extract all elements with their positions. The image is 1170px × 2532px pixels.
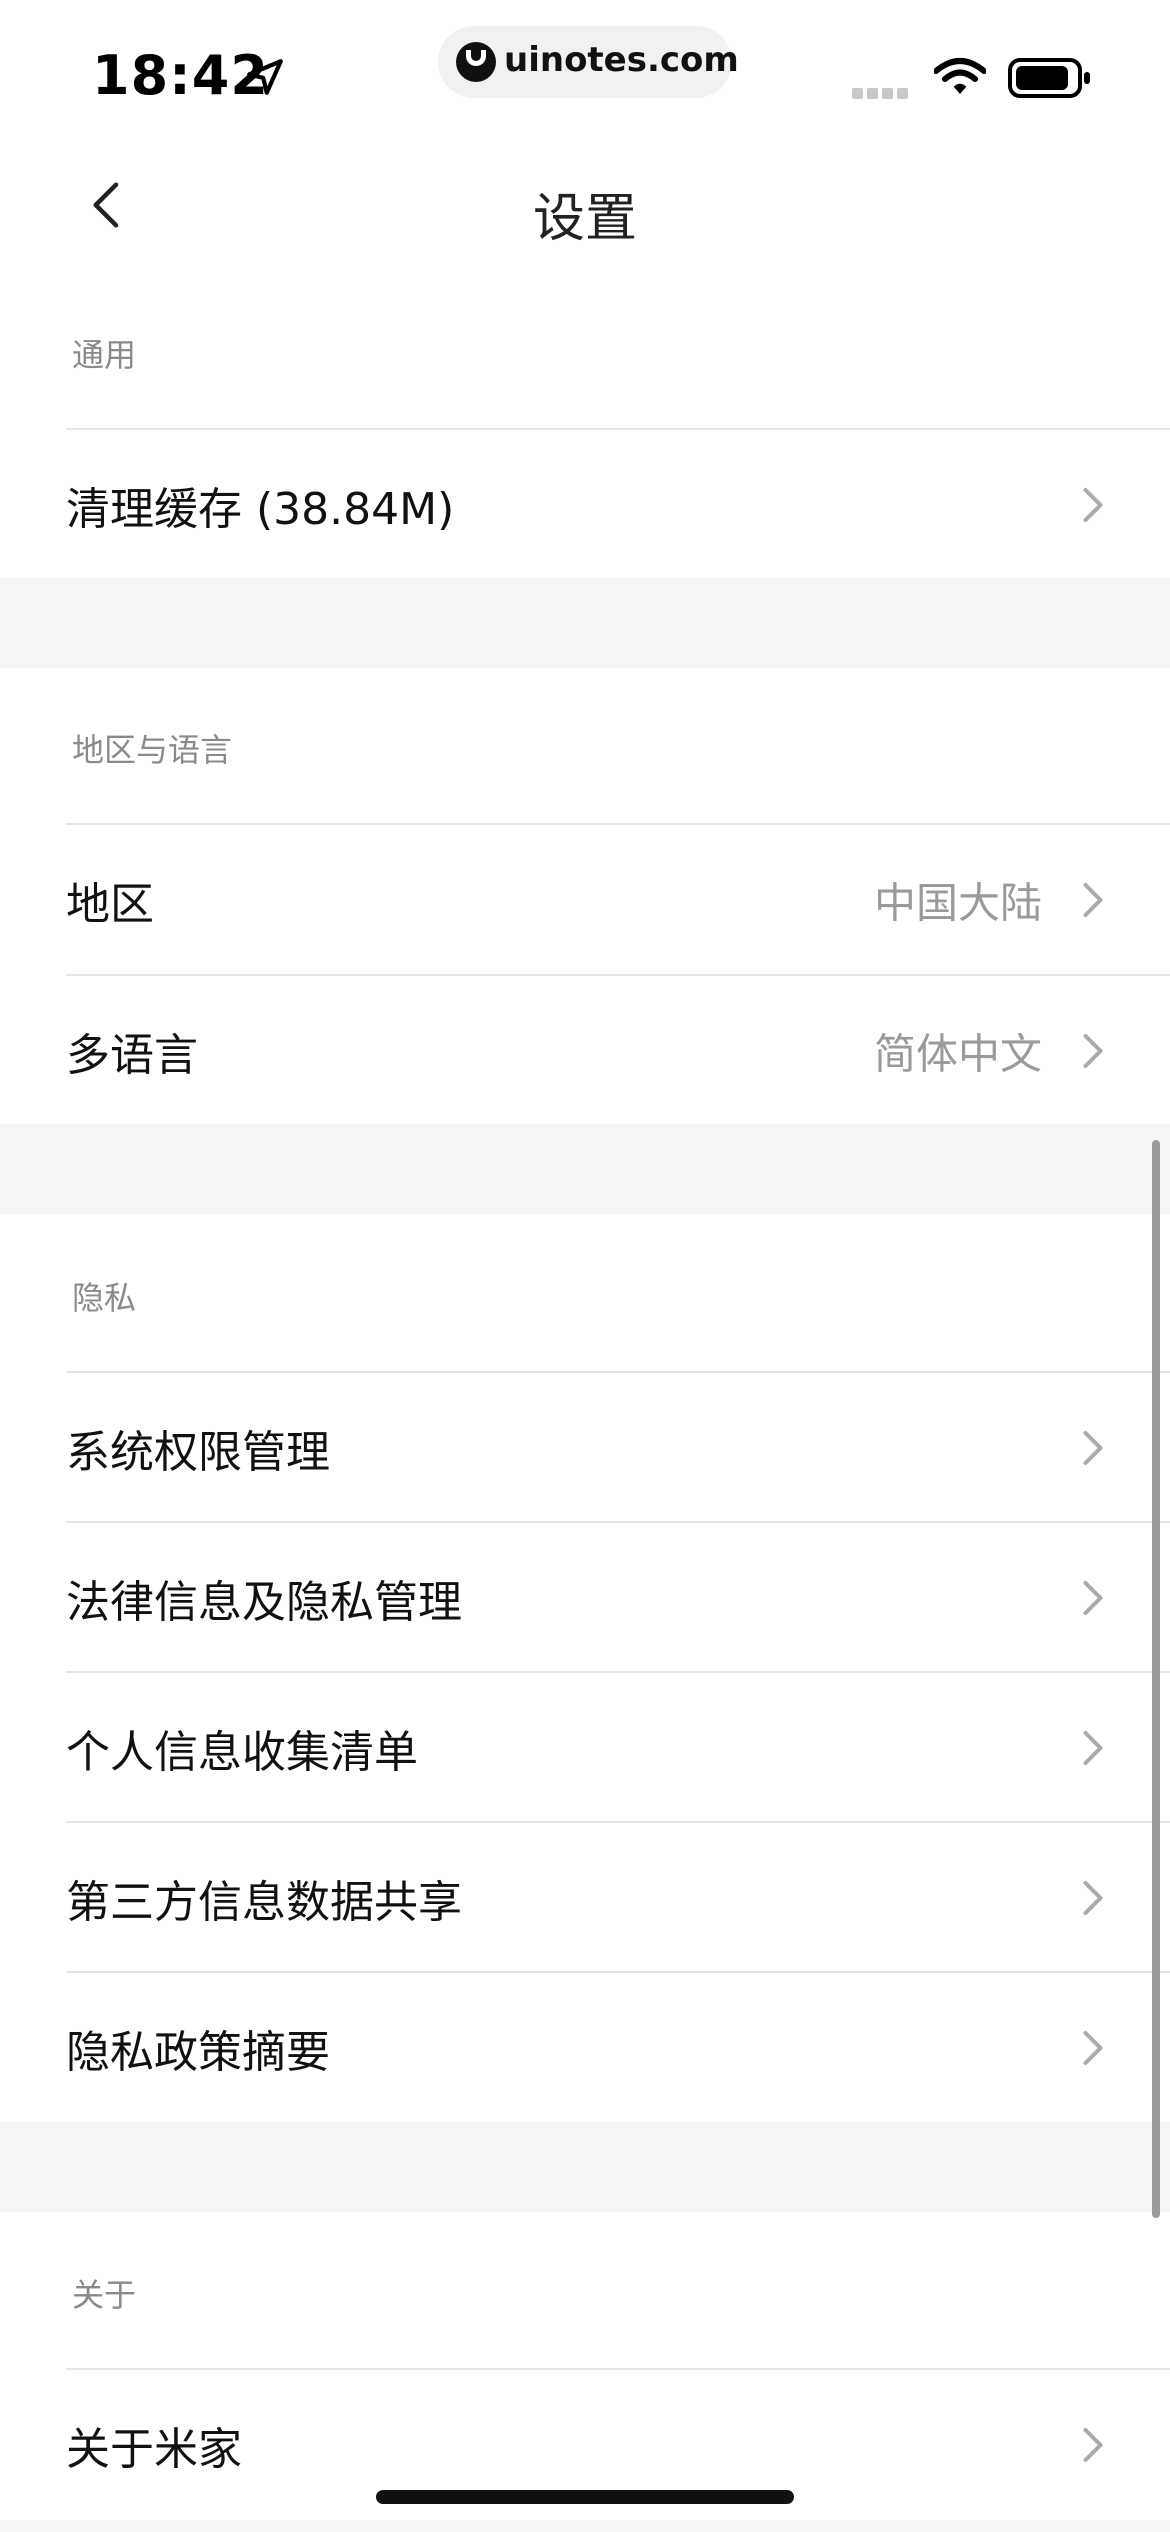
row-label: 系统权限管理 (66, 1427, 330, 1478)
section-header-region-language: 地区与语言 (72, 731, 233, 769)
row-label: 多语言 (66, 1030, 198, 1081)
settings-screen: 18:42 uinotes.com 设置 通用 清理缓存 (38.84M) 地区… (0, 0, 1170, 2532)
battery-icon (1008, 58, 1090, 98)
cellular-signal-icon (852, 84, 916, 99)
privacy-summary-row[interactable]: 隐私政策摘要 (0, 1973, 1170, 2123)
section-header-about: 关于 (72, 2276, 137, 2314)
location-arrow-icon (247, 59, 283, 95)
chevron-right-icon (1083, 1431, 1103, 1465)
language-row[interactable]: 多语言 简体中文 (0, 976, 1170, 1126)
section-gap (0, 2122, 1170, 2212)
system-permissions-row[interactable]: 系统权限管理 (0, 1373, 1170, 1523)
section-header-privacy: 隐私 (72, 1279, 137, 1317)
status-time: 18:42 (92, 44, 269, 107)
chevron-right-icon (1083, 2031, 1103, 2065)
section-gap (0, 578, 1170, 668)
row-label: 隐私政策摘要 (66, 2027, 330, 2078)
uinotes-logo-icon (456, 42, 496, 82)
row-label: 关于米家 (66, 2424, 242, 2475)
clear-cache-row[interactable]: 清理缓存 (38.84M) (0, 430, 1170, 580)
chevron-right-icon (1083, 2428, 1103, 2462)
chevron-right-icon (1083, 1581, 1103, 1615)
row-label: 清理缓存 (38.84M) (66, 484, 455, 535)
section-gap (0, 1124, 1170, 1214)
chevron-right-icon (1083, 1881, 1103, 1915)
nav-bar: 设置 (0, 140, 1170, 270)
row-label: 个人信息收集清单 (66, 1727, 418, 1778)
chevron-right-icon (1083, 1731, 1103, 1765)
scrollbar[interactable] (1152, 1140, 1160, 2218)
legal-privacy-row[interactable]: 法律信息及隐私管理 (0, 1523, 1170, 1673)
row-value: 简体中文 (873, 1029, 1042, 1079)
chevron-right-icon (1083, 1034, 1103, 1068)
section-gap (0, 2520, 1170, 2532)
third-party-sharing-row[interactable]: 第三方信息数据共享 (0, 1823, 1170, 1973)
chevron-right-icon (1083, 488, 1103, 522)
home-indicator[interactable] (376, 2490, 794, 2504)
region-row[interactable]: 地区 中国大陆 (0, 825, 1170, 975)
row-label: 法律信息及隐私管理 (66, 1577, 462, 1628)
page-title: 设置 (532, 189, 637, 249)
url-text: uinotes.com (504, 40, 739, 80)
row-value: 中国大陆 (873, 878, 1042, 928)
status-bar: 18:42 uinotes.com (0, 0, 1170, 140)
row-label: 第三方信息数据共享 (66, 1877, 462, 1928)
chevron-right-icon (1083, 883, 1103, 917)
personal-info-list-row[interactable]: 个人信息收集清单 (0, 1673, 1170, 1823)
section-header-general: 通用 (72, 336, 137, 374)
row-label: 地区 (66, 879, 154, 930)
url-pill[interactable]: uinotes.com (438, 26, 739, 98)
wifi-icon (934, 58, 986, 94)
